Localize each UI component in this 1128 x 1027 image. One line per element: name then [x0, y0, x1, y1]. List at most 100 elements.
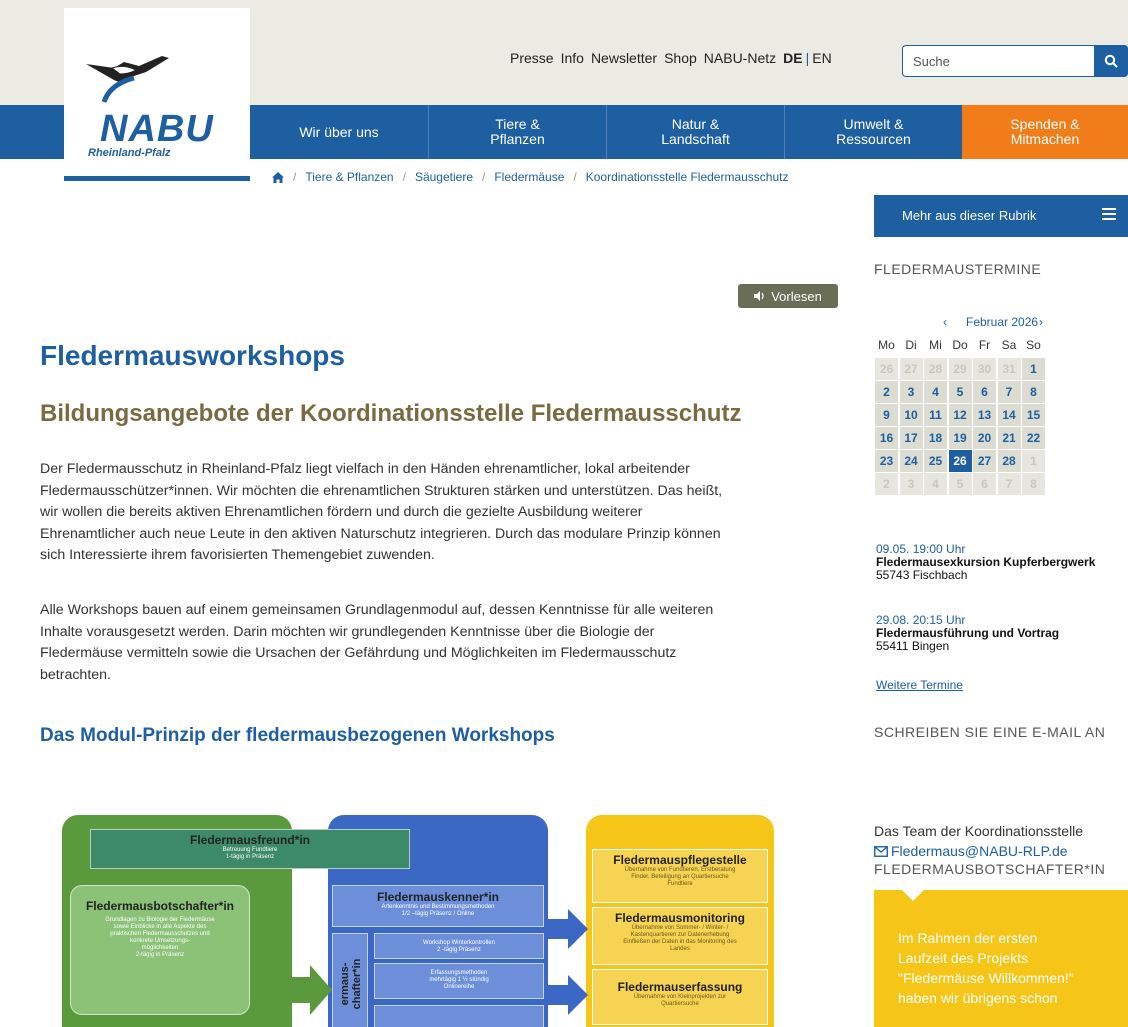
event-place: 55743 Fischbach	[876, 568, 968, 582]
calendar-day[interactable]: 4	[924, 473, 947, 495]
botschafter-sub: sowie Einblicke in alle Aspekte des	[113, 924, 207, 930]
lang-de[interactable]: DE	[783, 50, 802, 66]
botschafter-sub: konkrete Umsetzungs-	[129, 938, 191, 944]
teaser-line: haben wir übrigens schon	[898, 990, 1058, 1006]
sub-box-more	[374, 1005, 544, 1027]
nav-umwelt-ressourcen[interactable]: Umwelt & Ressourcen	[784, 105, 962, 159]
calendar-day[interactable]: 2	[875, 473, 898, 495]
nav-natur-landschaft[interactable]: Natur & Landschaft	[606, 105, 784, 159]
calendar-next-button[interactable]: ›	[1039, 315, 1043, 329]
meta-link-shop[interactable]: Shop	[664, 50, 697, 66]
calendar-day[interactable]: 7	[997, 473, 1021, 495]
dow-label: Sa	[1001, 338, 1017, 352]
nav-tiere-pflanzen[interactable]: Tiere & Pflanzen	[428, 105, 606, 159]
kenner-title: Fledermauskenner*in	[376, 890, 500, 904]
calendar-day[interactable]: 1	[1022, 450, 1045, 472]
event-item[interactable]: 09.05. 19:00 Uhr Fledermausexkursion Kup…	[876, 543, 1095, 582]
calendar-day[interactable]: 28	[997, 450, 1021, 472]
calendar-day[interactable]: 17	[899, 427, 923, 449]
calendar-prev-button[interactable]: ‹	[943, 315, 947, 329]
nav-label: Landschaft	[661, 131, 730, 147]
calendar-day[interactable]: 8	[1022, 473, 1045, 495]
calendar-week: 9 10 11 12 13 14 15	[875, 404, 1047, 426]
freund-sub: 1-tägig in Präsenz	[225, 854, 275, 860]
breadcrumb-current[interactable]: Koordinationsstelle Fledermausschutz	[586, 170, 789, 184]
rubrik-menu-button[interactable]: Mehr aus dieser Rubrik	[874, 195, 1128, 237]
search-button[interactable]	[1094, 45, 1128, 77]
calendar-day[interactable]: 18	[924, 427, 947, 449]
search-icon	[1104, 54, 1118, 68]
vertical-label: ermaus- chafter*in	[339, 936, 363, 1027]
lang-en[interactable]: EN	[812, 50, 831, 66]
calendar-day[interactable]: 4	[924, 381, 947, 403]
intro-paragraph: Der Fledermausschutz in Rheinland-Pfalz …	[40, 459, 840, 567]
calendar-day[interactable]: 26	[875, 358, 898, 380]
kenner-sub: Artenkenntnis und Bestimmungsmethoden	[381, 904, 495, 910]
calendar-day[interactable]: 8	[1022, 381, 1045, 403]
monitoring-sub: Einfließen der Daten in das Monitoring d…	[623, 939, 737, 945]
calendar-day[interactable]: 28	[924, 358, 947, 380]
calendar-day[interactable]: 27	[973, 450, 996, 472]
vertical-label-line: chafter*in	[351, 958, 363, 1010]
arrow-shape	[546, 975, 588, 1015]
paragraph-line: Inhalte vorausgesetzt werden. Darin möch…	[40, 623, 655, 640]
event-place: 55411 Bingen	[876, 639, 950, 653]
calendar-day[interactable]: 27	[899, 358, 923, 380]
calendar-day[interactable]: 24	[899, 450, 923, 472]
nav-spenden-mitmachen[interactable]: Spenden & Mitmachen	[962, 105, 1128, 159]
termine-heading: FLEDERMAUSTERMINE	[874, 261, 1042, 277]
calendar-day[interactable]: 10	[899, 404, 923, 426]
meta-link-newsletter[interactable]: Newsletter	[591, 50, 657, 66]
pflegestelle-sub: Fundtiere	[667, 881, 693, 887]
calendar-day[interactable]: 31	[997, 358, 1021, 380]
calendar-day[interactable]: 13	[973, 404, 996, 426]
breadcrumb: / Tiere & Pflanzen / Säugetiere / Fleder…	[272, 170, 789, 184]
calendar-day[interactable]: 6	[973, 381, 996, 403]
weitere-termine-link[interactable]: Weitere Termine	[876, 678, 963, 692]
meta-link-presse[interactable]: Presse	[510, 50, 554, 66]
search-field[interactable]: Suche	[902, 45, 1128, 77]
vorlesen-button[interactable]: Vorlesen	[738, 284, 838, 308]
meta-link-info[interactable]: Info	[561, 50, 584, 66]
sub-box-line: Workshop Winterkontrollen	[423, 940, 495, 946]
email-link[interactable]: Fledermaus@NABU-RLP.de	[891, 841, 1068, 861]
meta-link-nabu-netz[interactable]: NABU-Netz	[704, 50, 776, 66]
sub-box-line: mehrtägig 1 ½ stündig	[429, 977, 489, 983]
calendar-day[interactable]: 6	[973, 473, 996, 495]
calendar-day-today[interactable]: 26	[948, 450, 972, 472]
event-item[interactable]: 29.08. 20:15 Uhr Fledermausführung und V…	[876, 614, 1059, 653]
monitoring-sub: Kastenquartieren zur Datenerhebung	[630, 932, 730, 938]
nav-label: Umwelt &	[843, 116, 904, 132]
calendar-day[interactable]: 19	[948, 427, 972, 449]
home-icon[interactable]	[272, 171, 284, 183]
calendar-day[interactable]: 25	[924, 450, 947, 472]
calendar-day[interactable]: 3	[899, 381, 923, 403]
breadcrumb-item[interactable]: Fledermäuse	[494, 170, 564, 184]
lang-separator: |	[805, 50, 810, 66]
calendar-day[interactable]: 12	[948, 404, 972, 426]
paragraph-line: Fledermäuse vermitteln sowie die Ursache…	[40, 645, 677, 661]
calendar-day[interactable]: 5	[948, 381, 972, 403]
calendar-day[interactable]: 11	[924, 404, 947, 426]
paragraph-line: Alle Workshops bauen auf einem gemeinsam…	[40, 602, 714, 618]
calendar-day[interactable]: 22	[1022, 427, 1045, 449]
calendar-day[interactable]: 20	[973, 427, 996, 449]
calendar-day[interactable]: 16	[875, 427, 898, 449]
calendar-day[interactable]: 21	[997, 427, 1021, 449]
calendar-day[interactable]: 29	[948, 358, 972, 380]
nav-wir-ueber-uns[interactable]: Wir über uns	[250, 105, 428, 159]
calendar-day[interactable]: 15	[1022, 404, 1045, 426]
calendar-day[interactable]: 2	[875, 381, 898, 403]
calendar-day[interactable]: 14	[997, 404, 1021, 426]
calendar-day[interactable]: 5	[948, 473, 972, 495]
breadcrumb-item[interactable]: Tiere & Pflanzen	[305, 170, 393, 184]
calendar-day[interactable]: 9	[875, 404, 898, 426]
calendar-day[interactable]: 3	[899, 473, 923, 495]
contact-block: Das Team der Koordinationsstelle Flederm…	[874, 821, 1083, 861]
calendar-day[interactable]: 30	[973, 358, 996, 380]
nabu-logo[interactable]: NABU Rheinland-Pfalz	[64, 8, 250, 176]
calendar-day[interactable]: 7	[997, 381, 1021, 403]
breadcrumb-item[interactable]: Säugetiere	[415, 170, 473, 184]
calendar-day[interactable]: 1	[1022, 358, 1045, 380]
calendar-day[interactable]: 23	[875, 450, 898, 472]
